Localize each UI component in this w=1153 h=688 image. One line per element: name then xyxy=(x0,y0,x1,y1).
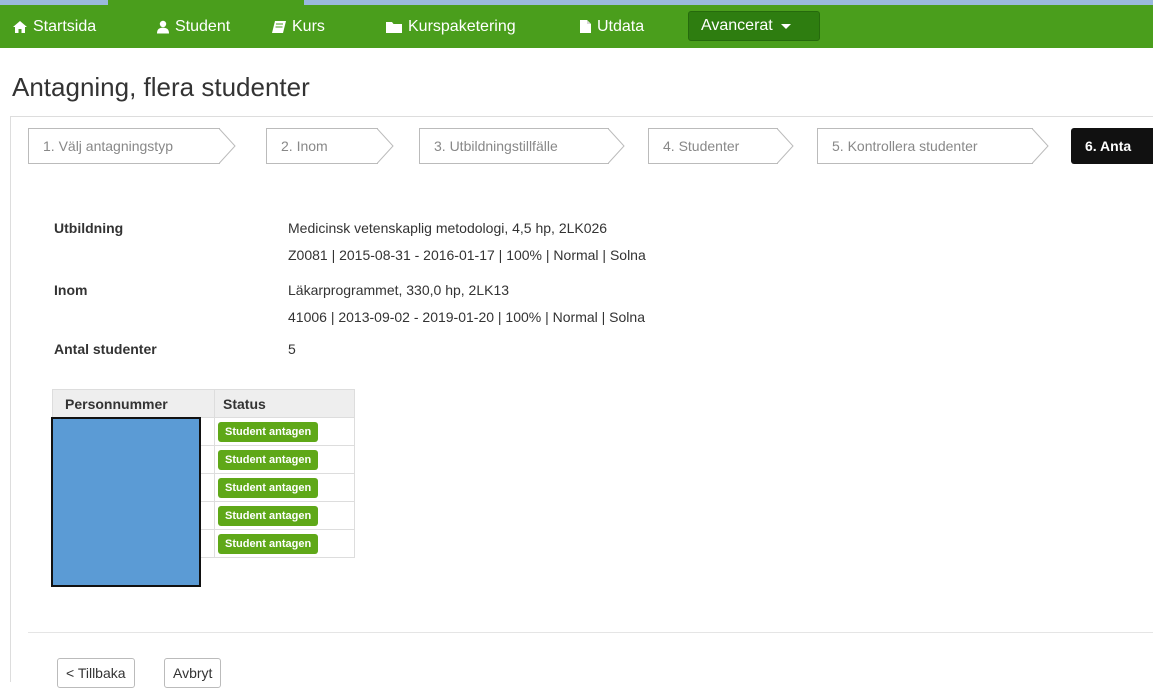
nav-kurspaketering[interactable]: Kurspaketering xyxy=(385,5,516,48)
wizard-step-4-label: 4. Studenter xyxy=(663,138,740,154)
step-arrow-icon xyxy=(377,128,394,164)
redaction-overlay xyxy=(51,417,201,587)
status-cell: Student antagen xyxy=(214,417,355,446)
cancel-button[interactable]: Avbryt xyxy=(164,658,222,688)
nav-kurs[interactable]: Kurs xyxy=(271,5,325,48)
wizard-step-2[interactable]: 2. Inom xyxy=(266,128,394,164)
utbildning-label: Utbildning xyxy=(54,220,124,236)
step-arrow-icon xyxy=(608,128,625,164)
table-header-row: Personnummer Status xyxy=(52,389,355,418)
utbildning-name: Medicinsk vetenskaplig metodologi, 4,5 h… xyxy=(288,220,608,236)
wizard-step-5-label: 5. Kontrollera studenter xyxy=(832,138,978,154)
file-icon xyxy=(579,19,592,34)
wizard-step-2-label: 2. Inom xyxy=(281,138,328,154)
back-button[interactable]: < Tillbaka xyxy=(57,658,135,688)
nav-startsida-label: Startsida xyxy=(33,17,97,35)
antal-studenter-label: Antal studenter xyxy=(54,341,157,357)
folder-icon xyxy=(385,20,403,34)
status-badge: Student antagen xyxy=(218,505,319,526)
inom-label: Inom xyxy=(54,282,88,298)
wizard-step-6-label: 6. Anta xyxy=(1085,138,1132,154)
status-cell: Student antagen xyxy=(214,501,355,530)
wizard-step-1[interactable]: 1. Välj antagningstyp xyxy=(28,128,236,164)
wizard-step-6-active[interactable]: 6. Anta xyxy=(1071,128,1153,164)
nav-avancerat-label: Avancerat xyxy=(701,17,773,34)
utbildning-details: Z0081 | 2015-08-31 - 2016-01-17 | 100% |… xyxy=(288,247,646,263)
step-arrow-icon xyxy=(219,128,236,164)
page-title: Antagning, flera studenter xyxy=(12,72,310,102)
wizard-step-5[interactable]: 5. Kontrollera studenter xyxy=(817,128,1049,164)
wizard-step-3-label: 3. Utbildningstillfälle xyxy=(434,138,558,154)
inom-details: 41006 | 2013-09-02 - 2019-01-20 | 100% |… xyxy=(288,309,645,325)
status-badge: Student antagen xyxy=(218,449,319,470)
user-icon xyxy=(156,20,170,34)
book-icon xyxy=(271,20,287,34)
home-icon xyxy=(12,20,28,34)
wizard-step-3[interactable]: 3. Utbildningstillfälle xyxy=(419,128,625,164)
status-badge: Student antagen xyxy=(218,477,319,498)
antal-studenter-value: 5 xyxy=(288,341,296,357)
nav-avancerat-dropdown[interactable]: Avancerat xyxy=(688,11,820,41)
nav-kurspaketering-label: Kurspaketering xyxy=(408,17,516,35)
nav-student[interactable]: Student xyxy=(156,5,230,48)
status-cell: Student antagen xyxy=(214,529,355,558)
top-navbar: Startsida Student Kurs Kurspaketering Ut… xyxy=(0,0,1153,48)
step-arrow-icon xyxy=(777,128,794,164)
nav-utdata-label: Utdata xyxy=(597,17,645,35)
nav-startsida[interactable]: Startsida xyxy=(12,5,96,48)
nav-kurs-label: Kurs xyxy=(292,17,325,35)
inom-name: Läkarprogrammet, 330,0 hp, 2LK13 xyxy=(288,282,510,298)
footer-divider xyxy=(28,632,1153,633)
status-badge: Student antagen xyxy=(218,421,319,442)
status-cell: Student antagen xyxy=(214,473,355,502)
nav-utdata[interactable]: Utdata xyxy=(579,5,644,48)
column-header-personnummer: Personnummer xyxy=(52,389,215,418)
wizard-step-1-label: 1. Välj antagningstyp xyxy=(43,138,173,154)
wizard-step-4[interactable]: 4. Studenter xyxy=(648,128,794,164)
status-cell: Student antagen xyxy=(214,445,355,474)
caret-down-icon xyxy=(780,23,791,29)
column-header-status: Status xyxy=(214,389,355,418)
step-arrow-icon xyxy=(1032,128,1049,164)
status-badge: Student antagen xyxy=(218,533,319,554)
nav-student-label: Student xyxy=(175,17,231,35)
